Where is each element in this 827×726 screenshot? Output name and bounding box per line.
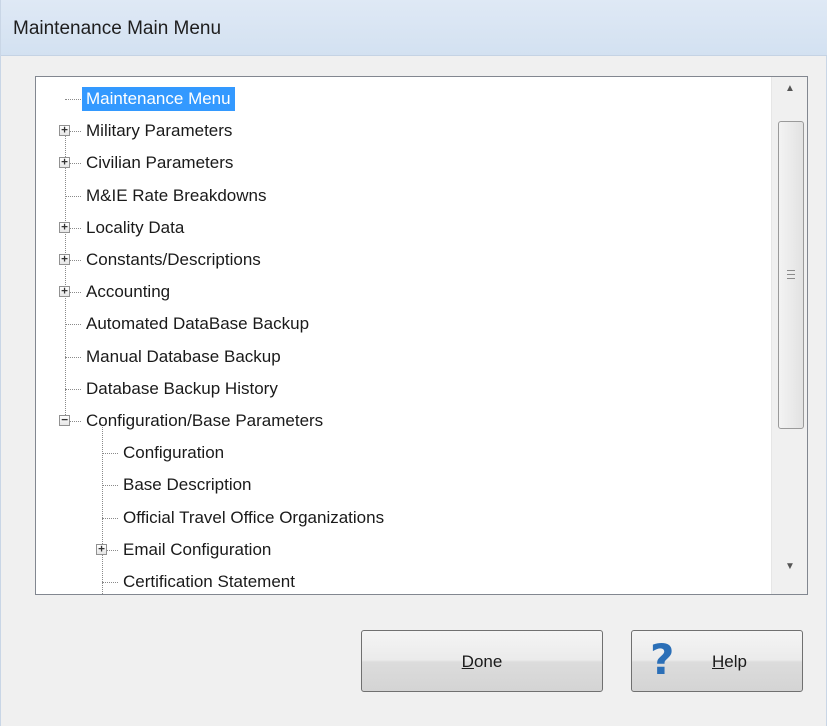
tree-item-label: Database Backup History xyxy=(86,378,278,398)
expand-plus-icon[interactable]: + xyxy=(59,253,70,265)
tree-item-label: Maintenance Menu xyxy=(82,87,235,111)
expand-plus-icon[interactable]: + xyxy=(59,124,70,137)
tree-item-label: Accounting xyxy=(86,282,171,302)
tree-item[interactable]: + Locality Data xyxy=(36,214,736,240)
tree-item[interactable]: Official Travel Office Organizations xyxy=(36,504,736,530)
tree-connector-line xyxy=(65,195,81,197)
tree-item[interactable]: + Accounting xyxy=(36,278,736,304)
tree-item-label: Email Configuration xyxy=(123,539,272,559)
tree-connector-line xyxy=(102,485,118,487)
thumb-grip-line xyxy=(787,274,795,275)
scroll-down-arrow-icon[interactable]: ▼ xyxy=(772,561,807,591)
tree-item-label: Military Parameters xyxy=(86,121,233,141)
tree-connector-line xyxy=(102,453,118,455)
tree-connector-line xyxy=(65,324,81,326)
tree-item[interactable]: − Configuration/Base Parameters xyxy=(36,407,736,433)
tree-item[interactable]: Database Backup History xyxy=(36,375,736,401)
tree-connector-line xyxy=(65,388,81,390)
tree-item-label: Certification Statement xyxy=(123,572,295,591)
tree-item[interactable]: Base Description xyxy=(36,471,736,497)
tree-item[interactable]: Automated DataBase Backup xyxy=(36,310,736,336)
tree-item-label: Configuration/Base Parameters xyxy=(86,411,324,430)
tree-item[interactable]: M&IE Rate Breakdowns xyxy=(36,182,736,208)
tree-item[interactable]: Maintenance Menu xyxy=(36,85,736,111)
scroll-up-arrow-icon[interactable]: ▲ xyxy=(772,83,807,113)
tree-connector-line xyxy=(65,356,81,358)
tree-item-label: Automated DataBase Backup xyxy=(86,314,310,334)
tree-item-label: Civilian Parameters xyxy=(86,153,234,173)
tree-connector-line xyxy=(102,582,118,583)
scrollbar-thumb[interactable] xyxy=(778,121,804,429)
maintenance-main-menu-window: Maintenance Main Menu Maintenance Menu + M… xyxy=(0,0,827,726)
help-button[interactable]: ? Help xyxy=(631,630,803,692)
thumb-grip-line xyxy=(787,270,795,271)
tree-item-label: Manual Database Backup xyxy=(86,346,281,366)
tree-item[interactable]: Manual Database Backup xyxy=(36,343,736,369)
help-button-label: Help xyxy=(712,652,747,671)
tree-item[interactable]: + Civilian Parameters xyxy=(36,149,736,175)
thumb-grip-line xyxy=(787,278,795,279)
tree-item-label: Base Description xyxy=(123,475,252,495)
tree-item[interactable]: + Constants/Descriptions xyxy=(36,246,736,272)
tree-item[interactable]: Configuration xyxy=(36,439,736,465)
expand-plus-icon[interactable]: + xyxy=(96,543,107,555)
title-bar[interactable]: Maintenance Main Menu xyxy=(1,0,827,56)
tree-item-label: Official Travel Office Organizations xyxy=(123,507,385,527)
tree-item-label: Constants/Descriptions xyxy=(86,250,261,269)
expand-plus-icon[interactable]: + xyxy=(59,285,70,298)
tree-item[interactable]: + Email Configuration xyxy=(36,536,736,562)
window-title: Maintenance Main Menu xyxy=(13,18,222,39)
question-mark-icon: ? xyxy=(650,635,675,684)
vertical-scrollbar[interactable]: ▲ ▼ xyxy=(771,77,807,594)
done-button-label: Done xyxy=(461,652,503,671)
done-button[interactable]: Done xyxy=(361,630,603,692)
tree-connector-line xyxy=(65,99,81,100)
tree-item-label: Locality Data xyxy=(86,217,185,237)
maintenance-tree-view[interactable]: Maintenance Menu + Military Parameters + Civ… xyxy=(35,76,808,595)
tree-item-label: Configuration xyxy=(123,443,225,463)
tree-connector-line xyxy=(102,517,118,519)
expand-plus-icon[interactable]: + xyxy=(59,221,70,233)
tree-item-label: M&IE Rate Breakdowns xyxy=(86,185,267,205)
tree-item[interactable]: Certification Statement xyxy=(36,568,736,594)
tree-rows: Maintenance Menu + Military Parameters + Civ… xyxy=(36,77,771,594)
expand-plus-icon[interactable]: + xyxy=(59,156,70,169)
collapse-minus-icon[interactable]: − xyxy=(59,414,70,426)
tree-item[interactable]: + Military Parameters xyxy=(36,117,736,143)
